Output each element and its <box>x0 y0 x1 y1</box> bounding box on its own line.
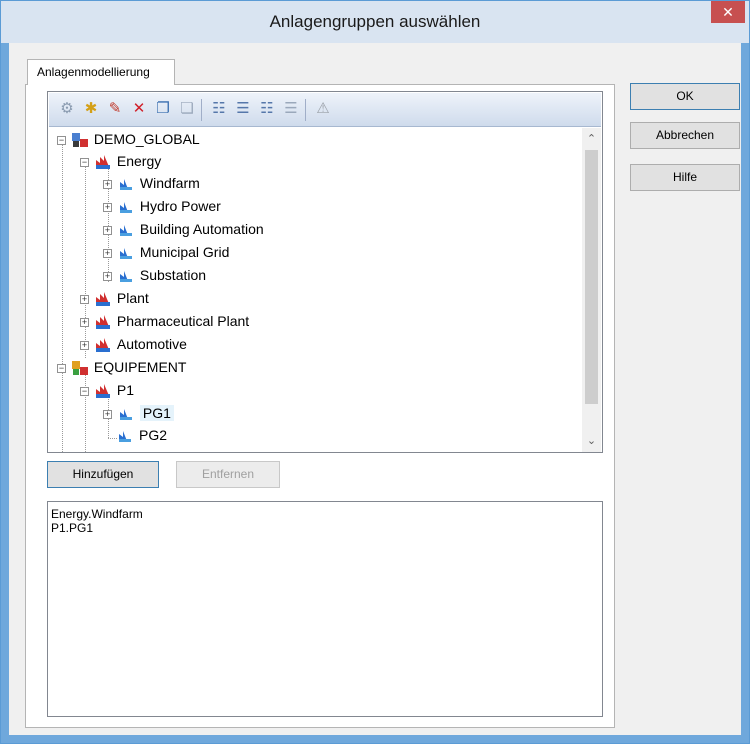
plant-group-icon[interactable]: ⚙ <box>57 99 77 119</box>
edit-icon[interactable]: ✎ <box>105 99 125 119</box>
plant-icon <box>95 383 111 399</box>
tree-node-pharmaceutical-plant[interactable]: + Pharmaceutical Plant <box>80 310 249 332</box>
copy-icon[interactable]: ❐ <box>153 99 173 119</box>
warning-icon[interactable]: ⚠ <box>313 99 333 119</box>
expand-icon[interactable]: + <box>103 225 112 235</box>
selected-groups-list[interactable]: Energy.Windfarm P1.PG1 <box>47 501 603 717</box>
add-button[interactable]: Hinzufügen <box>47 461 159 488</box>
plant-group-node-icon <box>118 406 134 422</box>
tree-node-plant[interactable]: + Plant <box>80 287 149 309</box>
toolbar-separator <box>201 99 202 121</box>
collapse-all-icon[interactable]: ☰ <box>233 99 253 119</box>
scroll-down-icon[interactable]: ⌄ <box>582 432 601 450</box>
scroll-up-icon[interactable]: ⌃ <box>582 130 601 148</box>
expand-icon[interactable]: + <box>80 340 89 350</box>
expand-icon[interactable]: + <box>103 271 112 281</box>
plant-icon <box>95 154 111 170</box>
expand-all-icon[interactable]: ☷ <box>209 99 229 119</box>
window-frame-left <box>1 43 9 743</box>
plant-group-node-icon <box>118 176 134 192</box>
plant-group-node-icon <box>118 245 134 261</box>
tree-node-substation[interactable]: + Substation <box>103 264 206 286</box>
plant-root-icon <box>71 132 88 148</box>
list-icon[interactable]: ☰ <box>281 99 301 119</box>
toolbar-separator <box>305 99 306 121</box>
new-plant-icon[interactable]: ✱ <box>81 99 101 119</box>
window-frame-bottom <box>1 735 749 743</box>
collapse-icon[interactable]: − <box>57 363 66 373</box>
tree-node-equipement[interactable]: − EQUIPEMENT <box>57 356 186 378</box>
tree-line <box>108 438 117 439</box>
help-button[interactable]: Hilfe <box>630 164 740 191</box>
list-item[interactable]: P1.PG1 <box>51 521 599 535</box>
tree-node-municipal-grid[interactable]: + Municipal Grid <box>103 241 229 263</box>
delete-icon[interactable]: ✕ <box>129 99 149 119</box>
tree-view: ⚙ ✱ ✎ ✕ ❐ ❏ ☷ ☰ ☷ ☰ ⚠ − DEMO_GLOBAL − En… <box>47 91 603 453</box>
tree-node-hydro-power[interactable]: + Hydro Power <box>103 195 221 217</box>
collapse-icon[interactable]: − <box>57 135 66 145</box>
ok-button[interactable]: OK <box>630 83 740 110</box>
expand-icon[interactable]: + <box>80 294 89 304</box>
expand-icon[interactable]: + <box>103 179 112 189</box>
tree-node-windfarm[interactable]: + Windfarm <box>103 172 200 194</box>
window-title: Anlagengruppen auswählen <box>269 12 481 31</box>
collapse-icon[interactable]: − <box>80 386 89 396</box>
plant-group-node-icon <box>118 268 134 284</box>
expand-icon[interactable]: + <box>103 409 112 419</box>
tree-node-energy[interactable]: − Energy <box>80 150 161 172</box>
list-item[interactable]: Energy.Windfarm <box>51 507 599 521</box>
tree-node-pg2[interactable]: PG2 <box>117 424 167 446</box>
tab-anlagenmodellierung[interactable]: Anlagenmodellierung <box>27 59 175 85</box>
title-bar[interactable]: Anlagengruppen auswählen ✕ <box>1 1 749 43</box>
tree-scrollbar[interactable]: ⌃ ⌄ <box>582 128 601 452</box>
tree-toolbar: ⚙ ✱ ✎ ✕ ❐ ❏ ☷ ☰ ☷ ☰ ⚠ <box>49 93 601 127</box>
expand-level-icon[interactable]: ☷ <box>257 99 277 119</box>
tree-line <box>62 144 63 452</box>
expand-icon[interactable]: + <box>103 202 112 212</box>
expand-icon[interactable]: + <box>80 317 89 327</box>
plant-group-node-icon <box>117 428 133 444</box>
expand-icon[interactable]: + <box>103 248 112 258</box>
collapse-icon[interactable]: − <box>80 157 89 167</box>
tree-content: − DEMO_GLOBAL − Energy + Windfarm + Hydr… <box>49 128 581 452</box>
scrollbar-thumb[interactable] <box>585 150 598 404</box>
plant-group-node-icon <box>118 199 134 215</box>
plant-group-node-icon <box>118 222 134 238</box>
plant-icon <box>95 291 111 307</box>
selected-label: PG1 <box>139 405 174 421</box>
tree-node-pg1[interactable]: + PG1 <box>103 402 174 424</box>
dialog-window: Anlagengruppen auswählen ✕ Anlagenmodell… <box>0 0 750 744</box>
close-button[interactable]: ✕ <box>711 1 745 23</box>
plant-root-icon <box>71 360 88 376</box>
cancel-button[interactable]: Abbrechen <box>630 122 740 149</box>
tree-node-demo-global[interactable]: − DEMO_GLOBAL <box>57 128 200 150</box>
plant-icon <box>95 314 111 330</box>
window-frame-right <box>741 43 749 743</box>
tree-node-automotive[interactable]: + Automotive <box>80 333 187 355</box>
tree-node-p1[interactable]: − P1 <box>80 379 134 401</box>
plant-icon <box>95 337 111 353</box>
tree-node-building-automation[interactable]: + Building Automation <box>103 218 264 240</box>
remove-button[interactable]: Entfernen <box>176 461 280 488</box>
paste-icon[interactable]: ❏ <box>177 99 197 119</box>
